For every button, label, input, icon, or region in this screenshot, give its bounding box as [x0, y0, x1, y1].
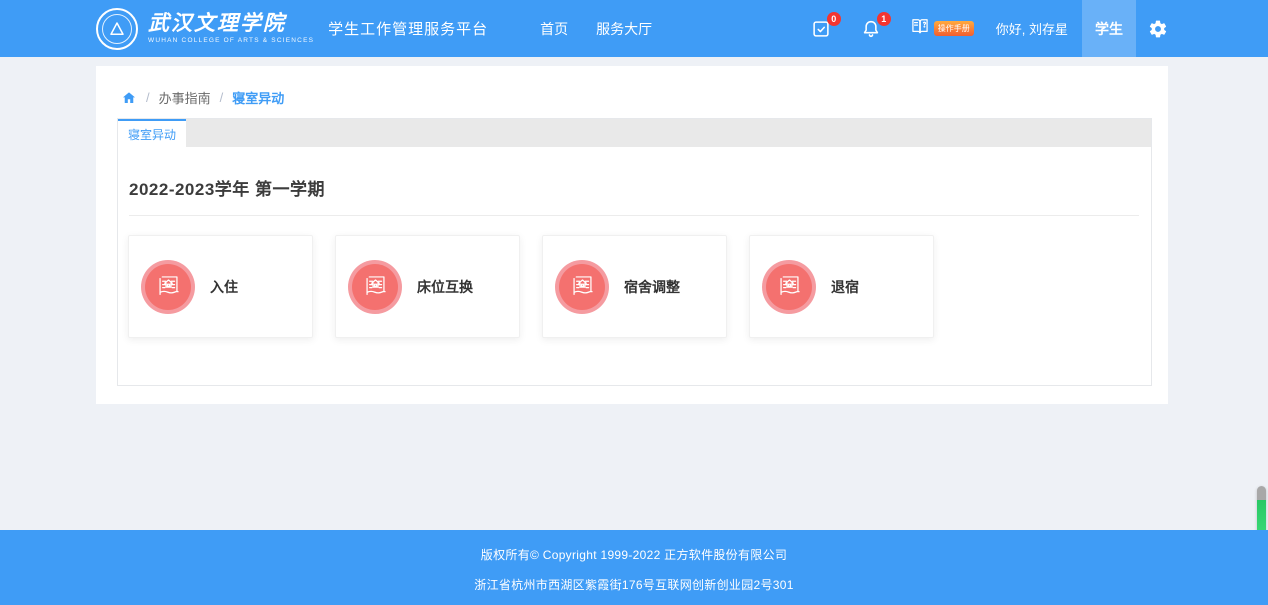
main-card: / 办事指南 / 寝室异动 寝室异动 2022-2023学年 第一学期	[96, 66, 1168, 404]
dormitory-icon	[762, 260, 816, 314]
tab-dormitory-change[interactable]: 寝室异动	[118, 119, 186, 147]
platform-title: 学生工作管理服务平台	[328, 18, 488, 39]
home-icon[interactable]	[121, 90, 137, 106]
divider	[129, 215, 1139, 216]
school-name: 武汉文理学院	[148, 13, 314, 34]
breadcrumb-guide[interactable]: 办事指南	[159, 88, 211, 107]
manual-button[interactable]: 操作手册	[910, 16, 974, 41]
dormitory-icon	[348, 260, 402, 314]
header-right: 0 1	[810, 0, 1268, 57]
breadcrumb-separator: /	[146, 90, 150, 105]
user-greeting: 你好, 刘存星	[996, 19, 1068, 38]
manual-book-icon	[910, 16, 930, 41]
gear-icon	[1148, 26, 1168, 43]
service-label: 退宿	[831, 277, 859, 297]
service-label: 床位互换	[417, 277, 473, 297]
service-card-check-in[interactable]: 入住	[128, 235, 313, 338]
page: 武汉文理学院 WUHAN COLLEGE OF ARTS & SCIENCES …	[0, 0, 1268, 605]
service-card-check-out[interactable]: 退宿	[749, 235, 934, 338]
settings-button[interactable]	[1148, 19, 1168, 39]
manual-tag: 操作手册	[934, 21, 974, 36]
todo-button[interactable]: 0	[810, 18, 832, 40]
tab-bar: 寝室异动	[118, 119, 1151, 147]
school-seal-icon	[96, 8, 138, 50]
footer-copyright: 版权所有© Copyright 1999-2022 正方软件股份有限公司	[0, 546, 1268, 563]
dormitory-icon	[555, 260, 609, 314]
service-card-bed-swap[interactable]: 床位互换	[335, 235, 520, 338]
app-header: 武汉文理学院 WUHAN COLLEGE OF ARTS & SCIENCES …	[0, 0, 1268, 57]
tab-panel-body: 2022-2023学年 第一学期	[118, 175, 1151, 338]
service-cards: 入住	[128, 235, 1139, 338]
footer-address: 浙江省杭州市西湖区紫霞街176号互联网创新创业园2号301	[0, 576, 1268, 593]
semester-title: 2022-2023学年 第一学期	[129, 175, 1139, 200]
main-nav: 首页 服务大厅	[526, 0, 666, 57]
notification-badge: 1	[877, 12, 891, 26]
nav-home[interactable]: 首页	[526, 0, 582, 57]
service-card-room-adjust[interactable]: 宿舍调整	[542, 235, 727, 338]
breadcrumb-current[interactable]: 寝室异动	[232, 88, 284, 107]
dormitory-icon	[141, 260, 195, 314]
bell-icon	[860, 27, 882, 44]
clipboard-check-icon	[810, 27, 832, 44]
page-footer: 版权所有© Copyright 1999-2022 正方软件股份有限公司 浙江省…	[0, 530, 1268, 605]
notification-button[interactable]: 1	[860, 18, 882, 40]
role-badge[interactable]: 学生	[1082, 0, 1136, 57]
school-subtitle: WUHAN COLLEGE OF ARTS & SCIENCES	[148, 38, 314, 45]
service-label: 宿舍调整	[624, 277, 680, 297]
school-logo[interactable]: 武汉文理学院 WUHAN COLLEGE OF ARTS & SCIENCES	[96, 8, 314, 50]
breadcrumb: / 办事指南 / 寝室异动	[96, 66, 1168, 107]
breadcrumb-separator: /	[220, 90, 224, 105]
todo-badge: 0	[827, 12, 841, 26]
service-label: 入住	[210, 277, 238, 297]
tab-panel: 寝室异动 2022-2023学年 第一学期	[117, 118, 1152, 386]
nav-service-hall[interactable]: 服务大厅	[582, 0, 666, 57]
side-widget-handle	[1257, 486, 1266, 500]
